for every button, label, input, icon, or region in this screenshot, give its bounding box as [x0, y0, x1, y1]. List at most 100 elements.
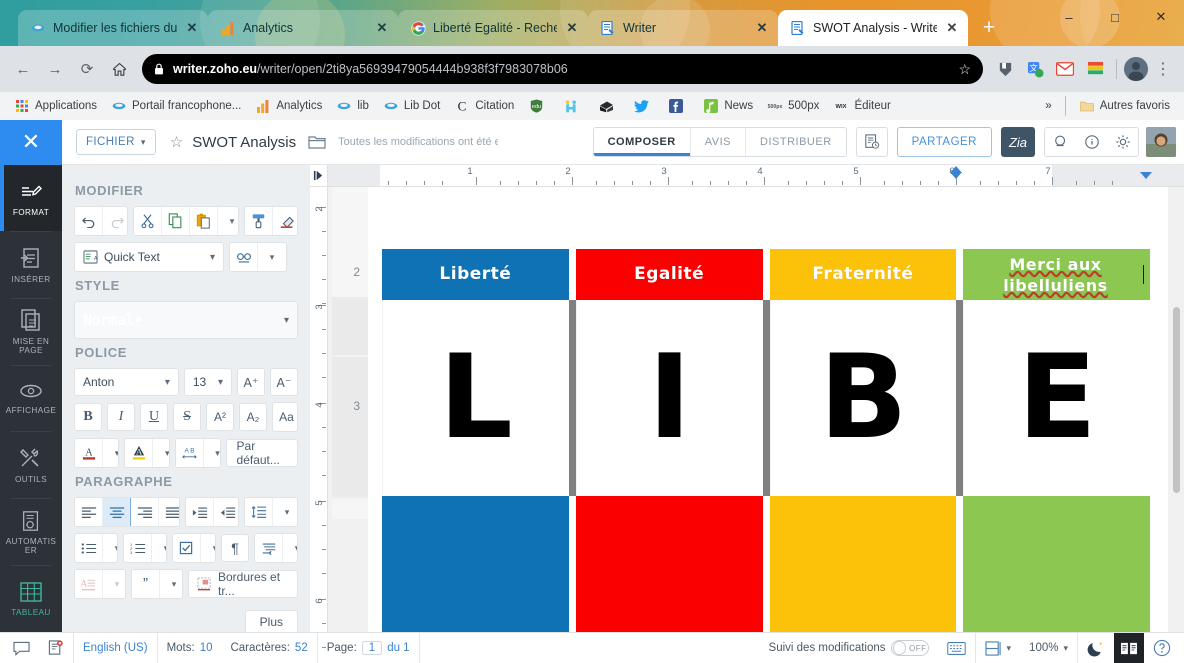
- search-icon[interactable]: [1045, 128, 1076, 156]
- clear-formatting-button[interactable]: [273, 207, 297, 235]
- bookmark-pocket[interactable]: [592, 96, 625, 116]
- align-left-button[interactable]: [75, 498, 103, 526]
- superscript-button[interactable]: A²: [206, 403, 234, 431]
- drop-cap-dropdown[interactable]: ▾: [103, 570, 125, 598]
- borders-shading-button[interactable]: Bordures et tr...: [188, 570, 298, 598]
- line-spacing-dropdown[interactable]: ▾: [273, 498, 297, 526]
- tab-close-icon[interactable]: ✕: [374, 20, 390, 36]
- tab-avis[interactable]: AVIS: [691, 128, 747, 156]
- color-extension-icon[interactable]: [1082, 56, 1108, 82]
- google-translate-extension-icon[interactable]: 文: [1022, 56, 1048, 82]
- sidebar-item-inserer[interactable]: INSÉRER: [0, 232, 62, 298]
- decrease-indent-button[interactable]: [214, 498, 238, 526]
- browser-tab-4[interactable]: Writer ✕: [588, 10, 778, 46]
- tab-close-icon[interactable]: ✕: [564, 20, 580, 36]
- ruler-corner-toggle[interactable]: [310, 165, 328, 186]
- bookmark-news[interactable]: News: [697, 96, 759, 116]
- sidebar-item-format[interactable]: FORMAT: [0, 165, 62, 231]
- sidebar-item-tableau[interactable]: TABLEAU: [0, 566, 62, 632]
- checklist-button[interactable]: [173, 534, 201, 562]
- bookmark-hootsuite[interactable]: [557, 96, 590, 116]
- favorite-star-icon[interactable]: ☆: [170, 133, 183, 151]
- page-scroll-container[interactable]: 2 3 Liberté Egalité Fraternité Merci aux…: [328, 187, 1184, 632]
- bookmark-facebook[interactable]: [662, 96, 695, 116]
- bookmark-applications[interactable]: Applications: [8, 96, 103, 116]
- decrease-font-size-button[interactable]: A⁻: [270, 368, 298, 396]
- page-title[interactable]: SWOT Analysis: [192, 134, 296, 151]
- undo-button[interactable]: [75, 207, 103, 235]
- reload-icon[interactable]: ⟳: [72, 54, 102, 84]
- table-cell-body-2[interactable]: I: [575, 300, 763, 496]
- document-error-button[interactable]: [39, 632, 74, 663]
- increase-font-size-button[interactable]: A⁺: [237, 368, 265, 396]
- change-case-button[interactable]: Aa: [273, 403, 297, 431]
- copy-button[interactable]: [162, 207, 190, 235]
- subscript-button[interactable]: A₂: [239, 403, 267, 431]
- sidebar-item-automatiser[interactable]: AUTOMATIS ER: [0, 499, 62, 565]
- table-cell-footer-4[interactable]: [963, 496, 1150, 632]
- find-options-dropdown[interactable]: ▾: [258, 243, 286, 271]
- underline-button[interactable]: U: [140, 403, 168, 431]
- home-icon[interactable]: [104, 54, 134, 84]
- language-selector[interactable]: English (US): [74, 632, 158, 663]
- page-layout-selector[interactable]: ▾: [976, 633, 1021, 663]
- table-cell-header-4[interactable]: Merci aux libelluliens: [963, 249, 1150, 300]
- sidebar-item-outils[interactable]: OUTILS: [0, 432, 62, 498]
- checklist-dropdown[interactable]: ▾: [201, 534, 215, 562]
- close-document-button[interactable]: ✕: [0, 119, 62, 165]
- blockquote-button[interactable]: ”: [132, 570, 160, 598]
- bullet-list-button[interactable]: [75, 534, 103, 562]
- maximize-button[interactable]: □: [1092, 0, 1138, 34]
- text-color-button[interactable]: A: [75, 439, 103, 467]
- bookmark-other-folder[interactable]: Autres favoris: [1073, 96, 1176, 116]
- paste-button[interactable]: [190, 207, 218, 235]
- tab-close-icon[interactable]: ✕: [754, 20, 770, 36]
- drop-cap-button[interactable]: A: [75, 570, 103, 598]
- hanging-indent-marker[interactable]: [950, 172, 962, 179]
- table-cell-header-3[interactable]: Fraternité: [769, 249, 957, 300]
- browser-tab-2[interactable]: Analytics ✕: [208, 10, 398, 46]
- bullet-list-dropdown[interactable]: ▾: [103, 534, 117, 562]
- track-changes-toggle[interactable]: OFF: [890, 640, 929, 656]
- gmail-extension-icon[interactable]: [1052, 56, 1078, 82]
- bold-button[interactable]: B: [74, 403, 102, 431]
- browser-tab-5-active[interactable]: SWOT Analysis - Writer ✕: [778, 10, 968, 46]
- keyboard-shortcuts-button[interactable]: [938, 632, 976, 663]
- paste-options-dropdown[interactable]: ▾: [218, 207, 238, 235]
- gear-icon[interactable]: [1107, 128, 1138, 156]
- numbered-list-button[interactable]: 123: [124, 534, 152, 562]
- font-family-dropdown[interactable]: Anton ▾: [74, 368, 179, 396]
- back-icon[interactable]: ←: [8, 54, 38, 84]
- strikethrough-button[interactable]: S: [173, 403, 201, 431]
- column-resize-handle[interactable]: [762, 300, 770, 496]
- highlight-color-dropdown[interactable]: ▾: [153, 439, 169, 467]
- pocket-extension-icon[interactable]: [992, 56, 1018, 82]
- bookmarks-overflow-button[interactable]: »: [1039, 98, 1057, 114]
- more-options-button[interactable]: Plus: [244, 610, 298, 632]
- horizontal-ruler[interactable]: 1 2 3 4 5 6 7: [310, 165, 1184, 187]
- table-cell-header-2[interactable]: Egalité: [575, 249, 763, 300]
- line-spacing-button[interactable]: [245, 498, 273, 526]
- redo-button[interactable]: [103, 207, 127, 235]
- quick-text-dropdown[interactable]: Aa Quick Text ▾: [74, 242, 224, 272]
- ruler-track[interactable]: 1 2 3 4 5 6 7: [328, 165, 1184, 186]
- table-cell-body-1[interactable]: L: [382, 300, 569, 496]
- table-cell-footer-1[interactable]: [382, 496, 569, 632]
- highlight-color-button[interactable]: A: [125, 439, 154, 467]
- share-button[interactable]: PARTAGER: [896, 127, 992, 157]
- swot-table[interactable]: Liberté Egalité Fraternité Merci aux lib…: [382, 249, 1150, 632]
- bookmark-portail-francophone[interactable]: Portail francophone...: [105, 96, 247, 116]
- find-replace-button[interactable]: [230, 243, 258, 271]
- minimize-button[interactable]: –: [1046, 0, 1092, 34]
- profile-avatar[interactable]: [1124, 57, 1148, 81]
- bookmark-editeur[interactable]: WIX Éditeur: [827, 96, 896, 116]
- bookmark-twitter[interactable]: [627, 96, 660, 116]
- tab-distribuer[interactable]: DISTRIBUER: [746, 128, 846, 156]
- bookmark-500px[interactable]: 500px 500px: [761, 96, 825, 116]
- new-tab-button[interactable]: +: [974, 13, 1004, 43]
- bookmark-star-icon[interactable]: ☆: [958, 61, 971, 78]
- browser-tab-3[interactable]: Liberté Egalité - Recher ✕: [398, 10, 588, 46]
- comment-button[interactable]: [4, 633, 39, 663]
- vertical-scrollbar[interactable]: [1173, 307, 1180, 493]
- track-changes-control[interactable]: Suivi des modifications OFF: [760, 633, 938, 663]
